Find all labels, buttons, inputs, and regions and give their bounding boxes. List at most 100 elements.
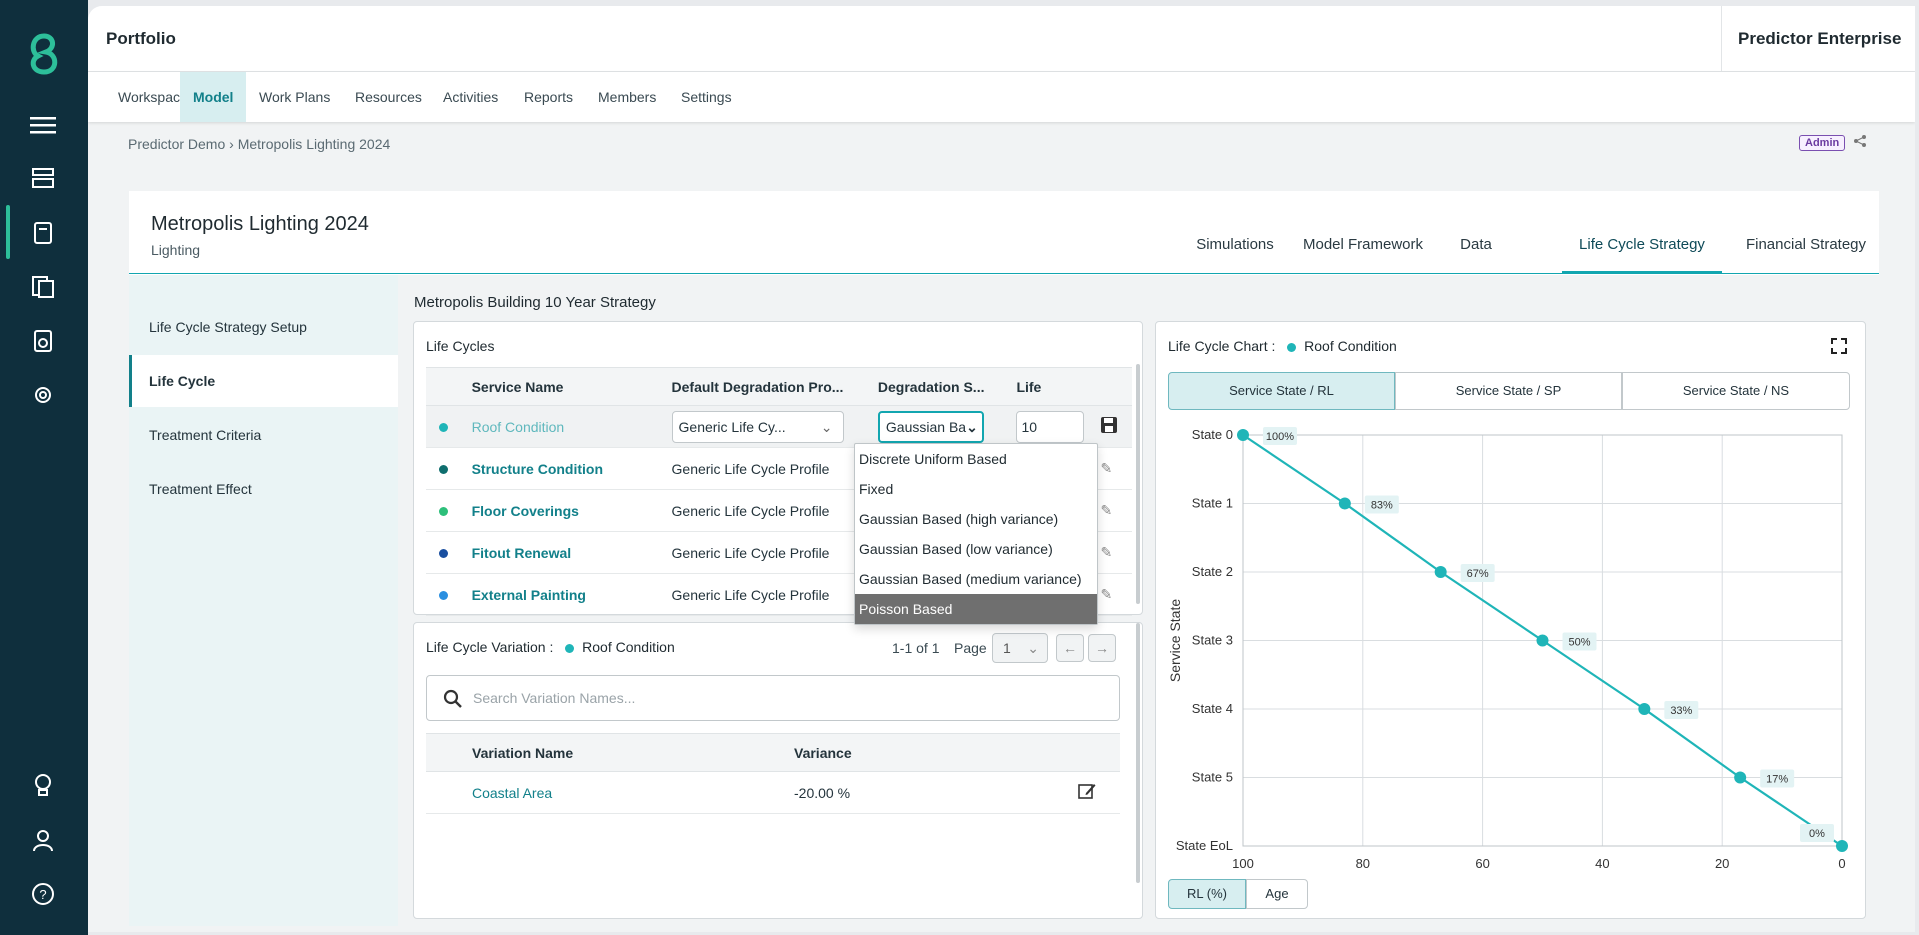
report-icon[interactable] [28, 326, 58, 356]
col-default-profile[interactable]: Default Degradation Pro... [663, 367, 870, 406]
degradation-select[interactable]: Gaussian Ba ⌄ [877, 410, 984, 443]
col-degradation[interactable]: Degradation S... [869, 367, 1009, 406]
expand-icon[interactable] [1831, 338, 1847, 359]
nav-settings[interactable]: Settings [668, 72, 745, 122]
service-name[interactable]: Fitout Renewal [472, 545, 572, 561]
edit-icon[interactable]: ✎ [1092, 489, 1132, 532]
user-icon[interactable] [28, 825, 58, 855]
option-gaussian-low[interactable]: Gaussian Based (low variance) [855, 534, 1097, 564]
next-page-button[interactable]: → [1088, 634, 1116, 662]
search-input[interactable]: Search Variation Names... [473, 690, 635, 706]
edit-icon[interactable]: ✎ [1092, 531, 1132, 574]
arrow-left-icon: ← [1063, 640, 1077, 656]
menu-treatment-effect[interactable]: Treatment Effect [129, 463, 398, 515]
service-name[interactable]: External Painting [472, 587, 586, 603]
breadcrumb-separator: › [229, 136, 234, 152]
tab-simulations[interactable]: Simulations [1189, 191, 1281, 274]
edit-icon[interactable] [1070, 771, 1120, 814]
tab-financial-strategy[interactable]: Financial Strategy [1735, 191, 1877, 274]
search-icon [443, 689, 462, 708]
nav-model[interactable]: Model [180, 72, 247, 122]
toggle-rl-percent[interactable]: RL (%) [1168, 879, 1246, 909]
x-tick-label: 0 [1838, 856, 1845, 871]
profile-select[interactable]: Generic Life Cy... ⌄ [671, 410, 844, 443]
product-name-area: Predictor Enterprise [1721, 6, 1915, 72]
life-input[interactable]: 10 [1016, 410, 1085, 443]
status-dot [438, 591, 448, 601]
y-tick-label: State 5 [1192, 770, 1233, 785]
menu-icon[interactable] [28, 110, 58, 140]
col-variation-name[interactable]: Variation Name [464, 733, 786, 772]
lightbulb-icon[interactable] [28, 770, 58, 800]
life-cycles-title: Life Cycles [426, 338, 495, 354]
model-title: Metropolis Lighting 2024 [151, 213, 369, 235]
x-tick-label: 40 [1595, 856, 1609, 871]
prev-page-button[interactable]: ← [1056, 634, 1084, 662]
nav-activities[interactable]: Activities [430, 72, 511, 122]
table-row[interactable]: Roof Condition Generic Life Cy... ⌄ Gauss… [426, 405, 1132, 448]
nav-reports[interactable]: Reports [511, 72, 586, 122]
table-row[interactable]: Coastal Area -20.00 % [426, 771, 1120, 814]
option-fixed[interactable]: Fixed [855, 474, 1097, 504]
y-tick-label: State 1 [1192, 496, 1233, 511]
tab-model-framework[interactable]: Model Framework [1297, 191, 1429, 274]
panel-scrollbar[interactable] [1136, 623, 1140, 883]
variation-name[interactable]: Coastal Area [472, 785, 552, 801]
col-variance[interactable]: Variance [786, 733, 1070, 772]
variance-value: -20.00 % [786, 771, 1070, 814]
variation-search[interactable]: Search Variation Names... [426, 675, 1120, 721]
nav-work-plans[interactable]: Work Plans [246, 72, 343, 122]
service-name[interactable]: Floor Coverings [472, 503, 579, 519]
breadcrumb: Predictor Demo › Metropolis Lighting 202… [128, 136, 390, 152]
service-name[interactable]: Roof Condition [472, 419, 565, 435]
col-life[interactable]: Life [1008, 367, 1093, 406]
toggle-service-state-sp[interactable]: Service State / SP [1395, 372, 1622, 410]
menu-life-cycle[interactable]: Life Cycle [129, 355, 398, 407]
toggle-service-state-ns[interactable]: Service State / NS [1622, 372, 1850, 410]
table-scrollbar[interactable] [1136, 364, 1140, 604]
data-point [1836, 840, 1848, 852]
y-tick-label: State 4 [1192, 701, 1233, 716]
data-label: 83% [1371, 500, 1393, 512]
status-dot [565, 643, 575, 653]
chart-service: Roof Condition [1304, 338, 1397, 354]
app-rail: ? [0, 0, 88, 935]
svg-text:?: ? [39, 887, 46, 902]
nav-members[interactable]: Members [585, 72, 669, 122]
help-icon[interactable]: ? [28, 879, 58, 909]
nav-resources[interactable]: Resources [342, 72, 435, 122]
menu-treatment-criteria[interactable]: Treatment Criteria [129, 409, 398, 461]
menu-life-cycle-strategy-setup[interactable]: Life Cycle Strategy Setup [129, 301, 398, 353]
workspace-icon[interactable] [28, 163, 58, 193]
page-select[interactable]: 1 ⌄ [992, 633, 1048, 663]
documents-icon[interactable] [28, 272, 58, 302]
chevron-down-icon: ⌄ [820, 418, 833, 435]
variation-panel: Life Cycle Variation : Roof Condition 1-… [413, 622, 1143, 919]
breadcrumb-root[interactable]: Predictor Demo [128, 136, 225, 152]
tab-data[interactable]: Data [1451, 191, 1501, 274]
share-icon[interactable] [1853, 134, 1867, 151]
edit-icon[interactable]: ✎ [1092, 447, 1132, 490]
pagination-info: 1-1 of 1 [892, 640, 940, 656]
save-icon[interactable] [1092, 405, 1132, 448]
option-poisson[interactable]: Poisson Based [855, 594, 1097, 624]
status-dot [438, 423, 448, 433]
data-point [1638, 703, 1651, 715]
model-subtitle: Lighting [151, 242, 201, 258]
status-dot [438, 507, 448, 517]
col-service-name[interactable]: Service Name [463, 367, 664, 406]
toggle-service-state-rl[interactable]: Service State / RL [1168, 372, 1395, 410]
option-gaussian-medium[interactable]: Gaussian Based (medium variance) [855, 564, 1097, 594]
x-tick-label: 100 [1232, 856, 1254, 871]
breadcrumb-current: Metropolis Lighting 2024 [237, 136, 391, 152]
app-logo-icon[interactable] [24, 30, 64, 78]
service-name[interactable]: Structure Condition [472, 461, 603, 477]
model-book-icon[interactable] [28, 218, 58, 248]
x-tick-label: 60 [1475, 856, 1489, 871]
tab-life-cycle-strategy[interactable]: Life Cycle Strategy [1562, 191, 1722, 274]
option-discrete-uniform[interactable]: Discrete Uniform Based [855, 444, 1097, 474]
toggle-age[interactable]: Age [1246, 879, 1308, 909]
edit-icon[interactable]: ✎ [1092, 573, 1132, 616]
option-gaussian-high[interactable]: Gaussian Based (high variance) [855, 504, 1097, 534]
settings-gear-icon[interactable] [28, 380, 58, 410]
